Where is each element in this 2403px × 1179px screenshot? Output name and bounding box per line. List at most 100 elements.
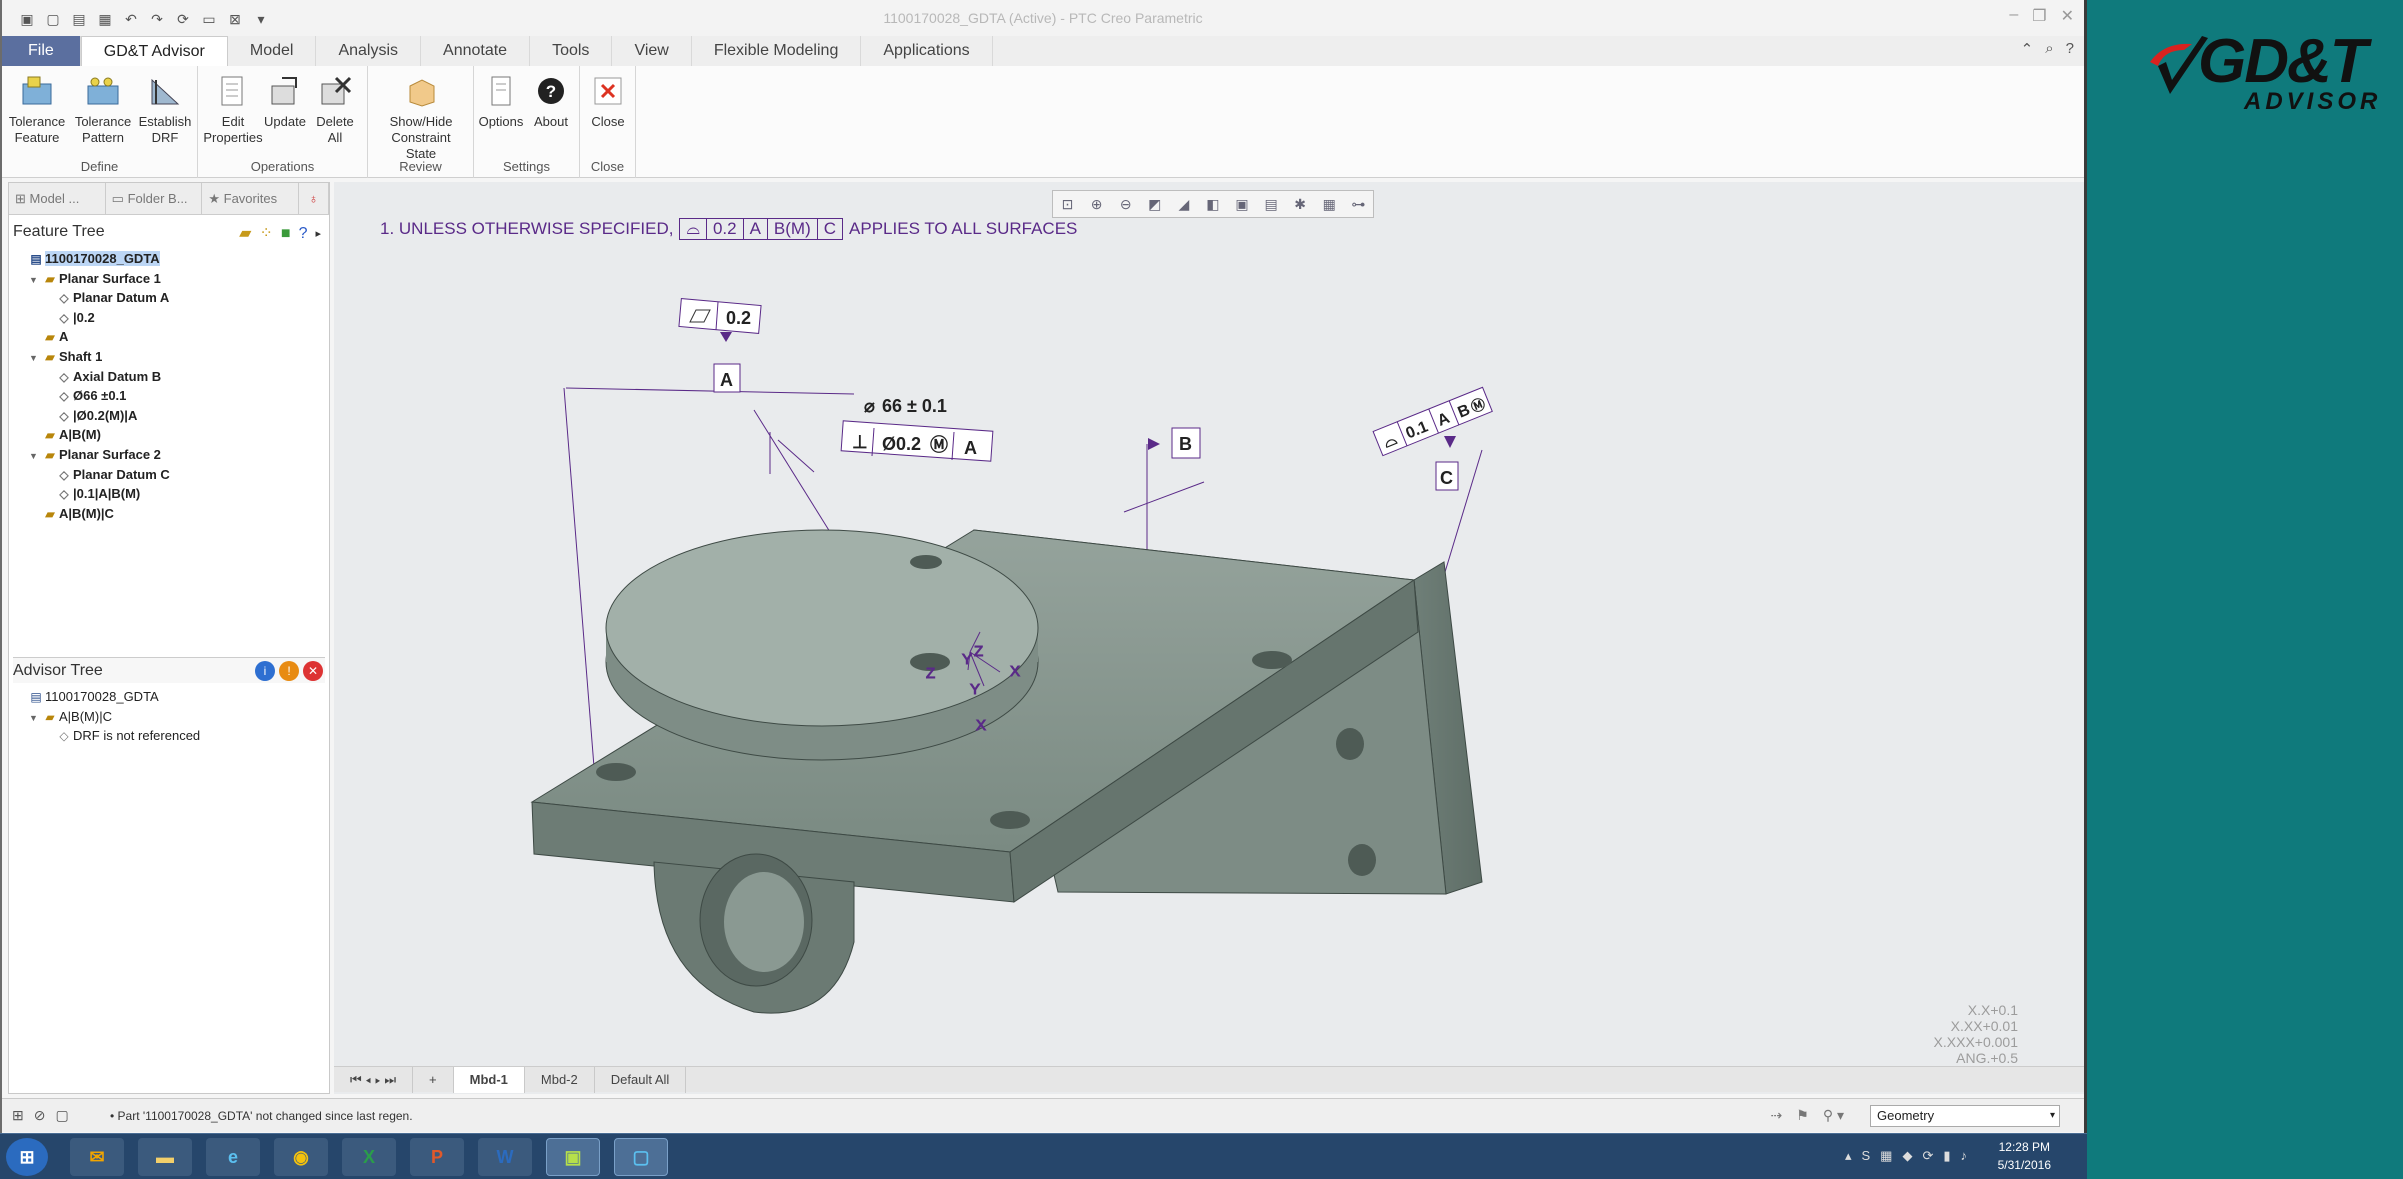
taskbar-outlook[interactable]: ✉ xyxy=(70,1138,124,1176)
feature-tree-node[interactable]: ▼ ▰ Planar Surface 2 xyxy=(9,445,329,465)
tab-favorites[interactable]: ★ Favorites xyxy=(202,183,300,214)
add-sheet-icon[interactable]: + xyxy=(413,1066,454,1093)
feature-tree-node[interactable]: ◇ Planar Datum A xyxy=(9,288,329,308)
feature-tree-node[interactable]: ◇ Axial Datum B xyxy=(9,367,329,387)
feature-tree-node[interactable]: ▤ 1100170028_GDTA xyxy=(9,249,329,269)
establish-drf-button[interactable]: Establish DRF xyxy=(130,72,200,146)
graphics-area[interactable]: ⊡ ⊕ ⊖ ◩ ◢ ◧ ▣ ▤ ✱ ▦ ⊶ 1. UNLESS OTHERWIS… xyxy=(334,182,2084,1094)
tree-node-icon: ◇ xyxy=(59,389,69,404)
tolerance-feature-button[interactable]: Tolerance Feature xyxy=(2,72,72,146)
tray-signal-icon[interactable]: ▮ xyxy=(1943,1148,1950,1164)
warning-filter-icon[interactable]: ! xyxy=(279,661,299,681)
search-icon[interactable]: ⌕ xyxy=(2045,40,2053,58)
feature-tree-node[interactable]: ◇ Planar Datum C xyxy=(9,465,329,485)
browser-toggle-icon[interactable]: ⊘ xyxy=(34,1107,46,1124)
taskbar-creo[interactable]: ▣ xyxy=(546,1138,600,1176)
tray-skype-icon[interactable]: S xyxy=(1861,1148,1870,1164)
feature-tree-node[interactable]: ◇ |0.1|A|B(M) xyxy=(9,484,329,504)
diameter-symbol: ⌀ xyxy=(864,396,875,416)
flatness-frame: 0.2 xyxy=(678,298,762,342)
tray-sync-icon[interactable]: ⟳ xyxy=(1922,1148,1933,1164)
creo-window: ▣ ▢ ▤ ▦ ↶ ↷ ⟳ ▭ ⊠ ▾ 1100170028_GDTA (Act… xyxy=(0,0,2087,1133)
feature-pattern-icon[interactable]: ⁘ xyxy=(259,221,272,247)
tab-analysis[interactable]: Analysis xyxy=(316,36,422,66)
tab-view[interactable]: View xyxy=(612,36,692,66)
taskbar-word[interactable]: W xyxy=(478,1138,532,1176)
info-filter-icon[interactable]: i xyxy=(255,661,275,681)
tray-volume-icon[interactable]: ♪ xyxy=(1961,1148,1968,1164)
navigator-toggle-icon[interactable]: ⊞ xyxy=(12,1107,24,1124)
advisor-tree-node[interactable]: ◇ DRF is not referenced xyxy=(9,726,329,746)
show-hide-constraint-button[interactable]: Show/Hide Constraint State xyxy=(376,72,466,162)
selection-filter-select[interactable]: Geometry ▾ xyxy=(1870,1105,2060,1127)
tray-shield-icon[interactable]: ◆ xyxy=(1902,1148,1912,1164)
tray-expand-icon[interactable]: ▴ xyxy=(1845,1148,1852,1164)
first-sheet-icon[interactable]: ⏮ ◂ ▸ ⏭ xyxy=(334,1066,414,1093)
tab-annotate[interactable]: Annotate xyxy=(421,36,531,66)
taskbar-chrome[interactable]: ◉ xyxy=(274,1138,328,1176)
close-icon[interactable]: ✕ xyxy=(2061,6,2074,26)
tab-file[interactable]: File xyxy=(2,36,81,66)
tab-model-tree[interactable]: ⊞ Model ... xyxy=(9,183,106,214)
fullscreen-icon[interactable]: ▢ xyxy=(55,1107,68,1124)
profile-frame: ⌓ 0.1 A B Ⓜ xyxy=(1372,386,1493,457)
feature-tree-node[interactable]: ◇ |Ø0.2(M)|A xyxy=(9,406,329,426)
tab-folder-browser[interactable]: ▭ Folder B... xyxy=(106,183,203,214)
part-model xyxy=(530,529,1483,1014)
feature-tree-node[interactable]: ▰ A|B(M)|C xyxy=(9,504,329,524)
tab-mbd-1[interactable]: Mbd-1 xyxy=(453,1066,525,1093)
tree-node-icon: ▰ xyxy=(45,349,55,364)
group-review: Show/Hide Constraint State Review xyxy=(368,66,474,178)
collapse-ribbon-icon[interactable]: ⌃ xyxy=(2021,40,2034,58)
feature-tree-node[interactable]: ▰ A|B(M) xyxy=(9,425,329,445)
tab-default-all[interactable]: Default All xyxy=(595,1066,687,1093)
taskbar-ie[interactable]: e xyxy=(206,1138,260,1176)
about-button[interactable]: ? About xyxy=(524,72,578,130)
close-button[interactable]: Close xyxy=(580,72,636,130)
feature-cube-icon[interactable]: ■ xyxy=(281,221,291,247)
tab-gdt-advisor[interactable]: GD&T Advisor xyxy=(80,36,228,66)
error-filter-icon[interactable]: ✕ xyxy=(303,661,323,681)
tree-node-label: |0.2 xyxy=(73,309,95,325)
taskbar-excel[interactable]: X xyxy=(342,1138,396,1176)
clock[interactable]: 12:28 PM 5/31/2016 xyxy=(1998,1138,2051,1174)
tree-node-label: 1100170028_GDTA xyxy=(45,251,160,266)
tree-node-label: 1100170028_GDTA xyxy=(45,689,159,704)
advisor-tree-node[interactable]: ▼ ▰ A|B(M)|C xyxy=(9,707,329,727)
chevron-right-icon[interactable]: ▸ xyxy=(315,221,321,247)
tab-flexible-modeling[interactable]: Flexible Modeling xyxy=(692,36,862,66)
taskbar-powerpoint[interactable]: P xyxy=(410,1138,464,1176)
regen-icon[interactable]: ⇢ xyxy=(1771,1107,1783,1124)
feature-tree-node[interactable]: ◇ |0.2 xyxy=(9,308,329,328)
tab-model[interactable]: Model xyxy=(228,36,317,66)
advisor-tree-node[interactable]: ▤ 1100170028_GDTA xyxy=(9,687,329,707)
feature-help-icon[interactable]: ? xyxy=(299,221,308,247)
feature-tree-node[interactable]: ◇ Ø66 ±0.1 xyxy=(9,386,329,406)
taskbar-explorer[interactable]: ▬ xyxy=(138,1138,192,1176)
feature-surface-icon[interactable]: ▰ xyxy=(239,221,251,247)
find-icon[interactable]: ⚲ ▾ xyxy=(1823,1107,1844,1124)
windows-taskbar: ⊞ ✉ ▬ e ◉ X P W ▣ ▢ ▴ S ▦ ◆ ⟳ ▮ ♪ 12:28 … xyxy=(0,1133,2087,1179)
minimize-icon[interactable]: – xyxy=(2009,6,2018,26)
tab-mbd-2[interactable]: Mbd-2 xyxy=(525,1066,595,1093)
tray-network-icon[interactable]: ▦ xyxy=(1880,1148,1892,1164)
tolerance-pattern-button[interactable]: Tolerance Pattern xyxy=(68,72,138,146)
tree-node-icon: ◇ xyxy=(59,467,69,482)
feature-tree-node[interactable]: ▼ ▰ Planar Surface 1 xyxy=(9,269,329,289)
outlook-icon: ✉ xyxy=(89,1146,105,1167)
taskbar-window[interactable]: ▢ xyxy=(614,1138,668,1176)
tab-gdt-advisor-nav[interactable]: ♁ xyxy=(299,183,330,214)
tab-applications[interactable]: Applications xyxy=(861,36,993,66)
feature-tree-node[interactable]: ▼ ▰ Shaft 1 xyxy=(9,347,329,367)
flag-icon[interactable]: ⚑ xyxy=(1796,1107,1809,1124)
help-icon[interactable]: ? xyxy=(2066,40,2074,58)
feature-tree-node[interactable]: ▰ A xyxy=(9,327,329,347)
delete-all-button[interactable]: Delete All xyxy=(300,72,370,146)
svg-text:A: A xyxy=(720,370,733,390)
group-define: Tolerance Feature Tolerance Pattern Establ… xyxy=(2,66,198,178)
start-button[interactable]: ⊞ xyxy=(6,1138,48,1176)
maximize-icon[interactable]: ❐ xyxy=(2032,6,2046,26)
favorites-icon: ★ xyxy=(208,191,224,206)
tab-tools[interactable]: Tools xyxy=(530,36,613,66)
options-button[interactable]: Options xyxy=(474,72,528,130)
